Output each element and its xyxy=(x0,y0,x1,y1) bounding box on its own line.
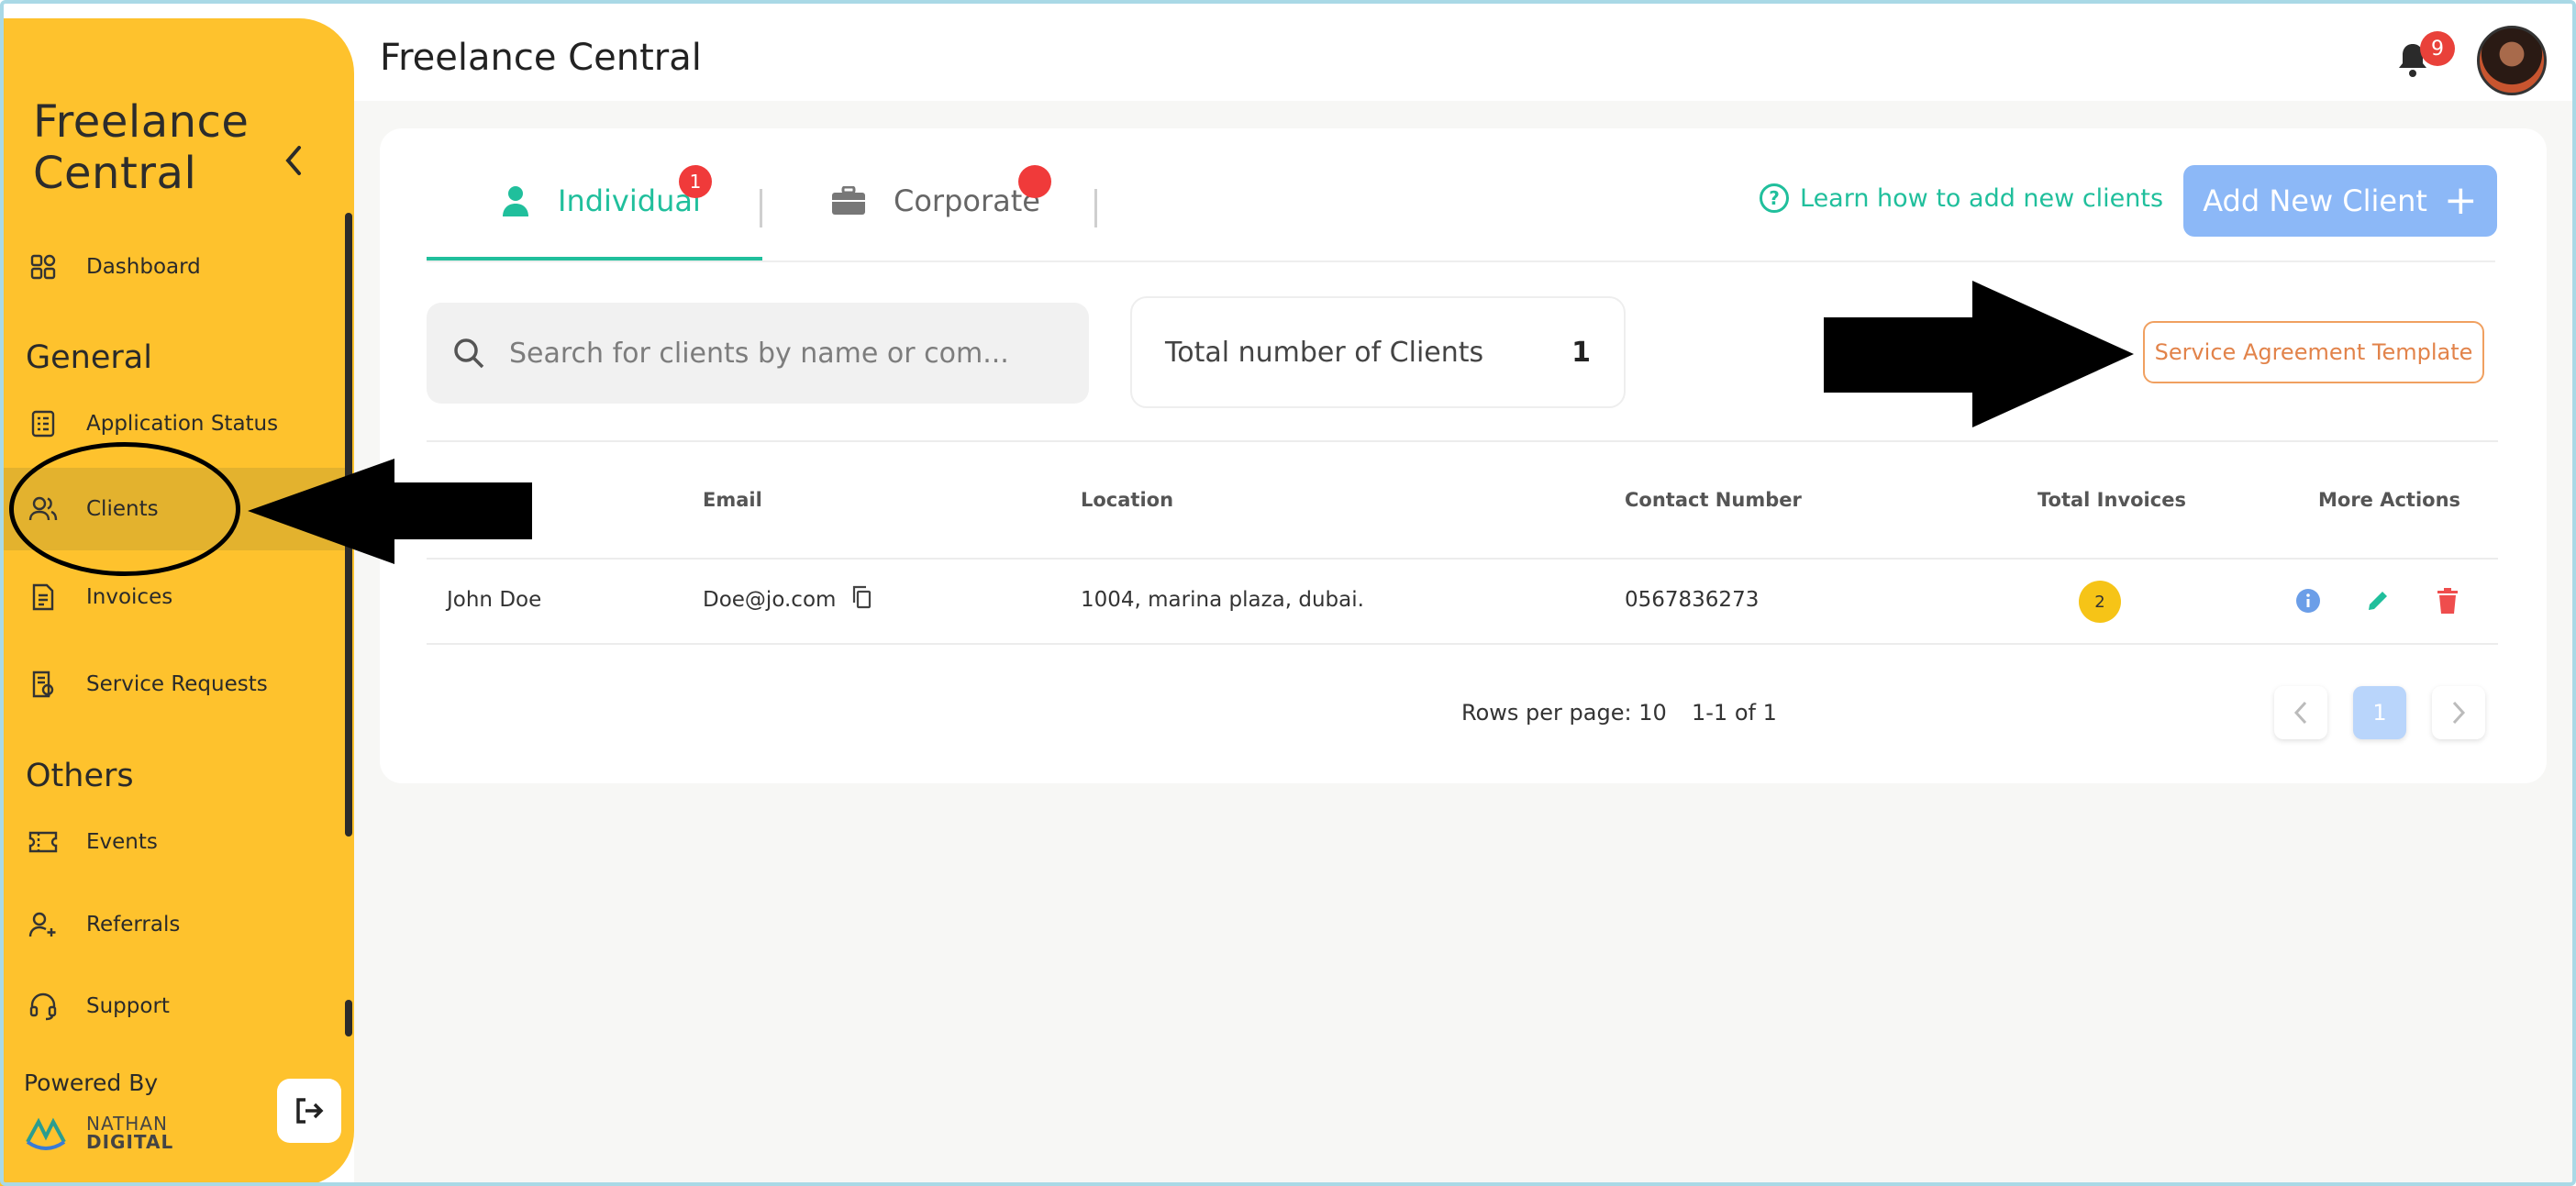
tabs-divider-line xyxy=(427,260,2495,262)
total-invoices-badge: 2 xyxy=(2079,581,2121,623)
table-header-rule xyxy=(427,558,2498,560)
total-clients-label: Total number of Clients xyxy=(1165,336,1484,369)
page-title: Freelance Central xyxy=(380,37,702,79)
section-title-others: Others xyxy=(26,758,134,794)
column-header-more-actions: More Actions xyxy=(2318,489,2461,511)
search-icon xyxy=(454,338,484,369)
annotation-circle xyxy=(9,442,240,576)
logout-button[interactable] xyxy=(277,1079,341,1143)
table-top-rule xyxy=(427,440,2498,442)
tab-divider xyxy=(1094,189,1097,227)
sidebar-brand: Freelance Central xyxy=(33,96,250,199)
section-title-general: General xyxy=(26,339,152,376)
pencil-icon xyxy=(2369,592,2387,610)
learn-add-clients-link[interactable]: ? Learn how to add new clients xyxy=(1760,183,2163,213)
tab-individual-badge: 1 xyxy=(679,165,712,198)
sidebar-item-label: Support xyxy=(86,994,170,1018)
sidebar-item-label: Referrals xyxy=(86,913,181,937)
next-page-button[interactable] xyxy=(2432,686,2485,739)
tab-label: Corporate xyxy=(894,183,1040,218)
table-row-rule xyxy=(427,643,2498,645)
service-agreement-template-button[interactable]: Service Agreement Template xyxy=(2143,321,2484,383)
column-header-email: Email xyxy=(703,489,762,511)
logout-icon xyxy=(296,1098,324,1124)
sidebar-collapse-button[interactable] xyxy=(275,142,312,179)
add-new-client-button[interactable]: Add New Client + xyxy=(2183,165,2497,237)
briefcase-icon xyxy=(831,186,866,216)
cell-email: Doe@jo.com xyxy=(703,588,837,612)
dashboard-icon xyxy=(28,251,59,283)
sidebar-item-label: Events xyxy=(86,830,158,854)
plus-icon: + xyxy=(2443,177,2478,224)
column-header-contact: Contact Number xyxy=(1625,489,1802,511)
sidebar-item-label: Application Status xyxy=(86,412,279,436)
cell-location: 1004, marina plaza, dubai. xyxy=(1081,588,1364,612)
annotation-arrow-left xyxy=(248,459,532,564)
cell-contact: 0567836273 xyxy=(1625,588,1760,612)
previous-page-button[interactable] xyxy=(2274,686,2327,739)
tab-corporate[interactable]: Corporate xyxy=(831,183,1040,218)
sidebar-item-label: Invoices xyxy=(86,585,173,609)
chevron-right-icon xyxy=(2452,701,2466,725)
delete-button[interactable] xyxy=(2431,584,2464,617)
total-clients-value: 1 xyxy=(1571,336,1591,369)
tab-divider xyxy=(760,189,762,227)
column-header-location: Location xyxy=(1081,489,1174,511)
powered-by-label: Powered By xyxy=(24,1070,159,1096)
sidebar-item-dashboard[interactable]: Dashboard xyxy=(0,226,345,308)
page-button-current[interactable]: 1 xyxy=(2353,686,2406,739)
help-icon: ? xyxy=(1760,183,1789,213)
invoice-icon xyxy=(28,582,59,613)
notification-count-badge: 9 xyxy=(2420,31,2455,66)
trash-icon xyxy=(2437,588,2458,614)
sidebar-item-label: Service Requests xyxy=(86,672,268,696)
headset-icon xyxy=(28,991,59,1022)
company-logo: NATHAN DIGITAL xyxy=(24,1114,173,1151)
column-header-total-invoices: Total Invoices xyxy=(2037,489,2186,511)
user-avatar[interactable] xyxy=(2477,26,2547,95)
service-request-icon xyxy=(28,669,59,700)
sidebar-item-support[interactable]: Support xyxy=(0,965,345,1047)
info-button[interactable] xyxy=(2292,584,2325,617)
info-icon xyxy=(2296,589,2320,613)
sidebar-item-label: Dashboard xyxy=(86,255,201,279)
chevron-left-icon xyxy=(2293,701,2307,725)
nathan-digital-logo-icon xyxy=(26,1117,66,1150)
sidebar-scrollbar-lower xyxy=(345,1000,352,1036)
ticket-icon xyxy=(28,826,59,858)
annotation-arrow-right xyxy=(1824,281,2134,427)
cell-client-name: John Doe xyxy=(447,588,542,612)
chevron-left-icon xyxy=(285,146,301,175)
tab-corporate-badge xyxy=(1018,165,1051,198)
search-input[interactable] xyxy=(509,337,1060,370)
pagination-range: 1-1 of 1 xyxy=(1692,700,1777,726)
total-clients-box: Total number of Clients 1 xyxy=(1130,296,1626,408)
checklist-icon xyxy=(28,408,59,439)
tab-individual[interactable]: Individual xyxy=(501,183,701,218)
person-icon xyxy=(501,185,530,216)
sidebar-item-referrals[interactable]: Referrals xyxy=(0,883,345,966)
copy-icon[interactable] xyxy=(851,585,872,613)
client-search[interactable] xyxy=(427,303,1089,404)
sidebar-item-events[interactable]: Events xyxy=(0,801,345,883)
edit-button[interactable] xyxy=(2361,584,2394,617)
rows-per-page[interactable]: Rows per page: 10 xyxy=(1461,700,1667,726)
tab-label: Individual xyxy=(558,183,701,218)
sidebar-item-service-requests[interactable]: Service Requests xyxy=(0,643,345,726)
user-plus-icon xyxy=(28,909,59,940)
